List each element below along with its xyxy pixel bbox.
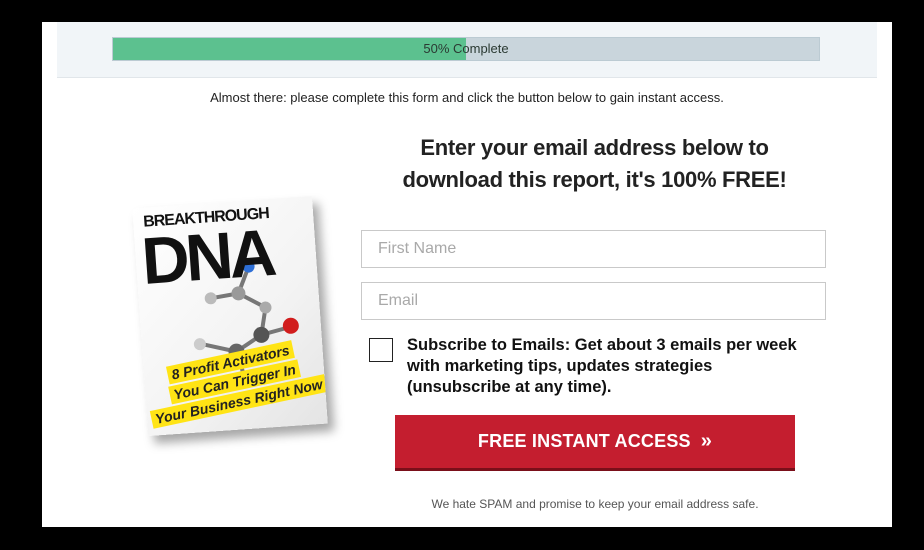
free-instant-access-button[interactable]: FREE INSTANT ACCESS » — [395, 415, 795, 471]
progress-bar: 50% Complete — [112, 37, 820, 61]
optin-modal: 50% Complete Almost there: please comple… — [42, 22, 892, 527]
intro-text: Almost there: please complete this form … — [210, 90, 724, 105]
double-chevron-right-icon: » — [700, 430, 713, 452]
subscribe-label: Subscribe to Emails: Get about 3 emails … — [407, 336, 797, 396]
progress-label: 50% Complete — [423, 41, 509, 56]
progress-area: 50% Complete — [57, 22, 877, 78]
headline-line-1: Enter your email address below to — [420, 135, 769, 160]
report-cover-image: BREAKTHROUGH DNA 8 Profit Activators You… — [132, 195, 328, 437]
first-name-input[interactable] — [361, 230, 826, 268]
cta-label: FREE INSTANT ACCESS — [477, 431, 691, 451]
email-input[interactable] — [361, 282, 826, 320]
book-title-big: DNA — [139, 214, 276, 298]
headline: Enter your email address below to downlo… — [382, 132, 807, 196]
headline-line-2: download this report, it's 100% FREE! — [402, 167, 787, 192]
spam-notice: We hate SPAM and promise to keep your em… — [431, 497, 759, 511]
subscribe-checkbox[interactable] — [369, 338, 393, 362]
